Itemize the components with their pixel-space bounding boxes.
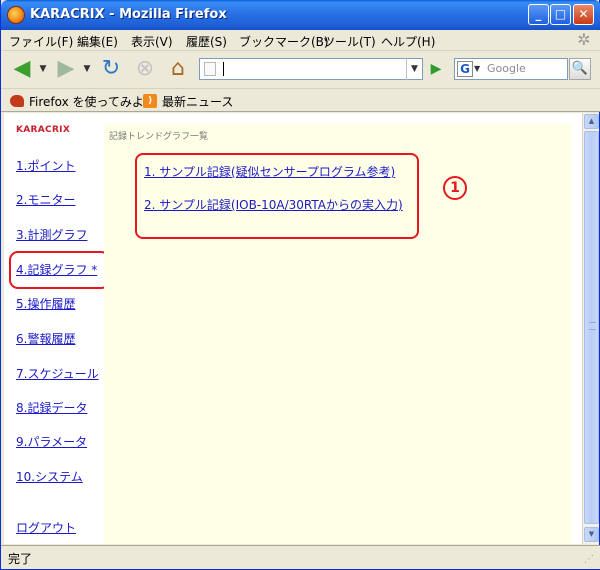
menu-bar: ファイル(F) 編集(E) 表示(V) 履歴(S) ブックマーク(B) ツール(… — [1, 30, 600, 50]
throbber-icon: ✲ — [577, 30, 591, 49]
sidebar-item-operation-history[interactable]: 5.操作履歴 — [16, 295, 75, 312]
bookmark-latest-news[interactable]: 最新ニュース — [162, 93, 233, 110]
search-placeholder: Google — [487, 62, 526, 75]
back-arrow-icon[interactable]: ◀ — [7, 56, 37, 82]
record-link-1[interactable]: 1. サンプル記録(疑似センサープログラム参考) — [144, 163, 395, 180]
logout-link[interactable]: ログアウト — [16, 519, 76, 536]
window-title: KARACRIX - Mozilla Firefox — [30, 7, 227, 22]
record-link-2[interactable]: 2. サンプル記録(IOB-10A/30RTAからの実入力) — [144, 196, 403, 213]
sidebar-item-measure-graph[interactable]: 3.計測グラフ — [16, 226, 87, 243]
search-input[interactable]: G ▼ Google — [454, 58, 568, 80]
text-caret — [223, 62, 224, 76]
sidebar-item-monitor[interactable]: 2.モニター — [16, 191, 75, 208]
sidebar-item-point[interactable]: 1.ポイント — [16, 157, 75, 174]
google-icon[interactable]: G — [457, 61, 473, 77]
menu-file[interactable]: ファイル(F) — [9, 33, 73, 50]
title-bar: KARACRIX - Mozilla Firefox _ □ ✕ — [1, 0, 600, 30]
search-icon[interactable]: 🔍 — [569, 58, 591, 80]
page-content: KARACRIX 1.ポイント 2.モニター 3.計測グラフ 4.記録グラフ *… — [4, 113, 582, 544]
menu-tools[interactable]: ツール(T) — [323, 33, 376, 50]
stop-icon[interactable]: ⊗ — [131, 56, 159, 82]
maximize-button[interactable]: □ — [550, 4, 571, 25]
sidebar: KARACRIX 1.ポイント 2.モニター 3.計測グラフ 4.記録グラフ *… — [4, 113, 104, 544]
grip-icon — [589, 322, 596, 330]
scrollbar-thumb[interactable] — [584, 131, 599, 524]
url-bar[interactable] — [199, 58, 423, 80]
bookmarks-toolbar: Firefox を使ってみよう ) 最新ニュース — [1, 88, 600, 112]
sidebar-item-parameters[interactable]: 9.パラメータ — [16, 433, 87, 450]
search-engine-dropdown-icon[interactable]: ▼ — [474, 61, 480, 77]
menu-history[interactable]: 履歴(S) — [186, 33, 227, 50]
sidebar-item-system[interactable]: 10.システム — [16, 468, 83, 485]
highlight-box-sidebar — [9, 251, 110, 289]
close-button[interactable]: ✕ — [573, 4, 594, 25]
brand-logo: KARACRIX — [16, 125, 71, 135]
page-icon — [204, 62, 216, 76]
browser-window: KARACRIX - Mozilla Firefox _ □ ✕ ファイル(F)… — [0, 0, 600, 570]
reload-icon[interactable]: ↻ — [97, 56, 125, 82]
menu-edit[interactable]: 編集(E) — [77, 33, 118, 50]
firefox-icon — [7, 6, 25, 24]
firefox-bookmark-icon — [10, 95, 24, 107]
sidebar-item-schedule[interactable]: 7.スケジュール — [16, 365, 99, 382]
scroll-up-icon[interactable]: ▲ — [584, 114, 599, 129]
menu-help[interactable]: ヘルプ(H) — [381, 33, 435, 50]
status-bar: 完了 ⋰ — [1, 545, 600, 569]
vertical-scrollbar[interactable]: ▲ ▼ — [582, 113, 599, 544]
status-text: 完了 — [8, 552, 33, 566]
main-panel: 記録トレンドグラフ一覧 1. サンプル記録(疑似センサープログラム参考) 2. … — [104, 124, 571, 544]
sidebar-item-alarm-history[interactable]: 6.警報履歴 — [16, 330, 75, 347]
forward-dropdown-icon[interactable]: ▼ — [82, 56, 92, 82]
rss-icon: ) — [143, 94, 157, 108]
minimize-button[interactable]: _ — [528, 4, 549, 25]
resize-grip-icon[interactable]: ⋰ — [584, 554, 596, 566]
bookmark-getting-started[interactable]: Firefox を使ってみよう — [29, 93, 156, 110]
menu-view[interactable]: 表示(V) — [131, 33, 173, 50]
sidebar-item-record-data[interactable]: 8.記録データ — [16, 399, 87, 416]
scroll-down-icon[interactable]: ▼ — [584, 527, 599, 542]
back-dropdown-icon[interactable]: ▼ — [38, 56, 48, 82]
url-dropdown-icon[interactable]: ▼ — [406, 58, 422, 80]
page-title: 記録トレンドグラフ一覧 — [109, 132, 209, 142]
menu-bookmarks[interactable]: ブックマーク(B) — [239, 33, 329, 50]
home-icon[interactable]: ⌂ — [165, 56, 191, 82]
forward-arrow-icon[interactable]: ▶ — [51, 56, 81, 82]
go-arrow-icon[interactable]: ▶ — [426, 58, 446, 80]
navigation-toolbar: ◀ ▼ ▶ ▼ ↻ ⊗ ⌂ ▼ ▶ G ▼ Google 🔍 — [1, 50, 600, 88]
annotation-marker: 1 — [443, 176, 467, 200]
